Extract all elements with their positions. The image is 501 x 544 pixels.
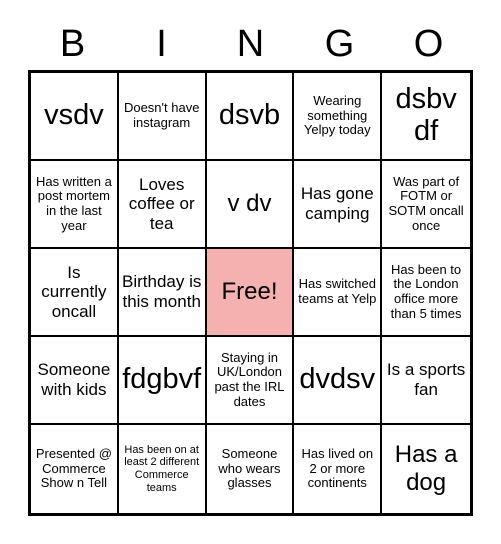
bingo-cell-label: Birthday is this month <box>122 272 202 311</box>
bingo-cell-label: Has lived on 2 or more continents <box>301 445 374 491</box>
bingo-cell-label: Staying in UK/London past the IRL dates <box>214 349 285 409</box>
bingo-cell[interactable]: Birthday is this month <box>118 249 207 337</box>
bingo-cell-label: Is a sports fan <box>386 360 466 399</box>
bingo-cell[interactable]: Has gone camping <box>294 161 383 249</box>
bingo-cell[interactable]: Doesn't have instagram <box>118 73 207 161</box>
bingo-cell[interactable]: fdgbvf <box>118 337 207 425</box>
bingo-cell[interactable]: Is a sports fan <box>382 337 470 425</box>
bingo-cell[interactable]: v dv <box>206 161 295 249</box>
bingo-cell[interactable]: vsdv <box>31 73 119 161</box>
bingo-cell-label: Doesn't have instagram <box>123 100 200 130</box>
bingo-cell[interactable]: Someone with kids <box>31 337 119 425</box>
bingo-cell-label: Someone who wears glasses <box>218 445 281 491</box>
bingo-free-label: Free! <box>221 278 278 306</box>
bingo-cell[interactable]: Someone who wears glasses <box>206 425 295 513</box>
bingo-cell-label: Has a dog <box>394 441 458 496</box>
bingo-cell-free[interactable]: Free! <box>206 249 295 337</box>
header-letter-n: N <box>236 23 265 65</box>
bingo-cell[interactable]: Has switched teams at Yelp <box>294 249 383 337</box>
bingo-cell[interactable]: dvdsv <box>294 337 383 425</box>
bingo-cell[interactable]: Is currently oncall <box>31 249 119 337</box>
bingo-cell-label: Has been to the London office more than … <box>390 261 462 321</box>
bingo-cell-label: Someone with kids <box>37 360 111 399</box>
bingo-cell-label: dsvb <box>218 99 281 132</box>
bingo-cell[interactable]: Has written a post mortem in the last ye… <box>31 161 119 249</box>
bingo-cell[interactable]: Has lived on 2 or more continents <box>294 425 383 513</box>
bingo-grid: vsdv Doesn't have instagram dsvb Wearing… <box>28 70 473 516</box>
bingo-cell-label: dsbv df <box>395 83 457 147</box>
bingo-cell-label: Wearing something Yelpy today <box>303 92 371 138</box>
header-letter-i: I <box>156 23 167 65</box>
bingo-cell-label: Loves coffee or tea <box>128 174 195 233</box>
bingo-cell[interactable]: Has been on at least 2 different Commerc… <box>118 425 207 513</box>
bingo-cell[interactable]: Has a dog <box>382 425 470 513</box>
bingo-cell[interactable]: Staying in UK/London past the IRL dates <box>206 337 295 425</box>
header-letter-b: B <box>59 23 86 65</box>
bingo-cell[interactable]: Has been to the London office more than … <box>382 249 470 337</box>
bingo-cell[interactable]: dsvb <box>206 73 295 161</box>
bingo-cell-label: Has switched teams at Yelp <box>298 276 377 306</box>
bingo-cell-label: v dv <box>227 190 272 218</box>
bingo-cell[interactable]: dsbv df <box>382 73 470 161</box>
bingo-cell[interactable]: Presented @ Commerce Show n Tell <box>31 425 119 513</box>
bingo-cell-label: Is currently oncall <box>41 262 107 321</box>
bingo-card: B I N G O vsdv Doesn't have instagram ds… <box>0 0 501 544</box>
bingo-cell[interactable]: Was part of FOTM or SOTM oncall once <box>382 161 470 249</box>
bingo-cell-label: Was part of FOTM or SOTM oncall once <box>388 173 464 233</box>
bingo-cell-label: Has been on at least 2 different Commerc… <box>124 443 200 494</box>
bingo-cell-label: Has written a post mortem in the last ye… <box>35 173 112 233</box>
bingo-cell-label: dvdsv <box>299 363 376 396</box>
bingo-cell-label: vsdv <box>44 99 104 132</box>
header-letter-g: G <box>324 23 355 65</box>
bingo-cell-label: fdgbvf <box>122 363 202 396</box>
bingo-cell-label: Presented @ Commerce Show n Tell <box>35 445 112 491</box>
bingo-header-row: B I N G O <box>28 20 473 68</box>
bingo-cell-label: Has gone camping <box>300 184 374 223</box>
bingo-cell[interactable]: Loves coffee or tea <box>118 161 207 249</box>
header-letter-o: O <box>413 23 444 65</box>
bingo-cell[interactable]: Wearing something Yelpy today <box>294 73 383 161</box>
